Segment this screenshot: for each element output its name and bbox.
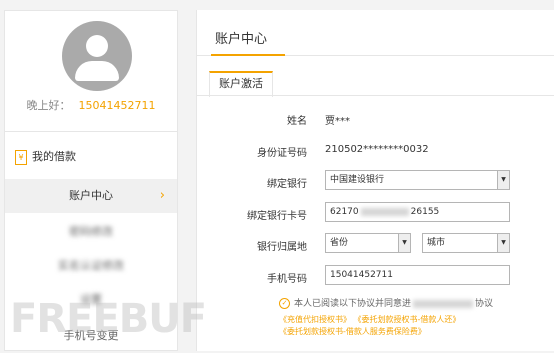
my-loans-section[interactable]: ¥ 我的借款 (15, 148, 76, 165)
avatar[interactable] (62, 21, 132, 91)
sidebar-item-label: 密码修改 (69, 225, 113, 238)
username: 15041452711 (78, 99, 156, 112)
city-select[interactable]: 城市 ▼ (422, 233, 510, 253)
avatar-head-shape (86, 35, 108, 57)
province-select[interactable]: 省份 ▼ (325, 233, 411, 253)
greeting: 晚上好： 15041452711 (5, 97, 177, 113)
chevron-down-icon: ▼ (398, 234, 410, 252)
phone-input[interactable]: 15041452711 (325, 265, 510, 285)
bank-select[interactable]: 中国建设银行 ▼ (325, 170, 510, 190)
province-select-value: 省份 (330, 238, 349, 248)
link-entrust-authorization[interactable]: 《委托划款授权书-借款人还》 (354, 315, 461, 324)
chevron-right-icon: › (159, 188, 165, 203)
agreement-suffix: 协议 (475, 299, 494, 309)
id-label: 身份证号码 (257, 148, 307, 159)
city-select-value: 城市 (427, 238, 446, 248)
bank-select-value: 中国建设银行 (330, 175, 385, 185)
name-label: 姓名 (287, 116, 307, 127)
title-underline (211, 54, 285, 56)
sidebar-item-label: 账户中心 (69, 189, 113, 202)
agreement-row[interactable]: ✓ 本人已阅读以下协议并同意进 协议 (279, 296, 493, 309)
bank-label: 绑定银行 (267, 179, 307, 190)
avatar-body-shape (75, 61, 119, 81)
wallet-icon: ¥ (15, 149, 27, 165)
agreement-links: 《充值代扣授权书》 《委托划款授权书-借款人还》 《委托划款授权书-借款人服务费… (279, 314, 460, 338)
page-title: 账户中心 (215, 32, 268, 47)
sidebar-item-blurred-1[interactable]: 密码修改 (5, 215, 177, 249)
card-number-suffix: 26155 (410, 207, 440, 217)
agreement-mask (413, 299, 474, 308)
sidebar-item-blurred-2[interactable]: 实名认证修改 (5, 249, 177, 283)
chevron-down-icon: ▼ (497, 234, 509, 252)
chevron-down-icon: ▼ (497, 171, 509, 189)
link-service-fee-authorization[interactable]: 《委托划款授权书-借款人服务费保险费》 (279, 327, 426, 336)
tab-account-activation[interactable]: 账户激活 (209, 71, 273, 97)
card-number-prefix: 62170 (330, 207, 359, 217)
phone-label: 手机号码 (267, 274, 307, 285)
greeting-text: 晚上好： (26, 99, 71, 112)
watermark-logo: FREEBUF (10, 296, 207, 342)
sidebar-item-label: 实名认证修改 (58, 259, 124, 272)
name-value: 贾*** (325, 116, 350, 127)
check-icon[interactable]: ✓ (279, 298, 290, 309)
id-value: 210502********0032 (325, 144, 429, 155)
tab-divider (197, 95, 554, 96)
sidebar-item-account-center[interactable]: 账户中心 › (5, 179, 177, 213)
link-recharge-authorization[interactable]: 《充值代扣授权书》 (279, 315, 351, 324)
region-label: 银行归属地 (257, 242, 307, 253)
phone-input-value: 15041452711 (330, 270, 393, 280)
my-loans-title: 我的借款 (32, 150, 76, 163)
card-number-input[interactable]: 62170 26155 (325, 202, 510, 222)
agreement-text: 本人已阅读以下协议并同意进 (294, 299, 412, 309)
sidebar-divider (5, 131, 177, 132)
card-label: 绑定银行卡号 (247, 211, 307, 222)
card-number-mask (360, 207, 409, 216)
main-panel: 账户中心 账户激活 姓名 贾*** 身份证号码 210502********00… (196, 10, 554, 351)
